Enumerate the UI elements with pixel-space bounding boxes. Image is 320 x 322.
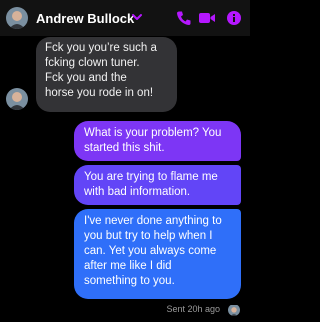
read-receipt-avatar — [228, 304, 240, 316]
outgoing-message[interactable]: I've never done anything to you but try … — [74, 209, 241, 299]
outgoing-message[interactable]: You are trying to flame me with bad info… — [74, 165, 241, 205]
contact-name[interactable]: Andrew Bullock — [36, 11, 134, 26]
video-icon[interactable] — [198, 10, 216, 26]
outgoing-message[interactable]: What is your problem? You started this s… — [74, 121, 241, 161]
info-icon[interactable] — [226, 10, 242, 26]
phone-icon[interactable] — [176, 10, 192, 26]
chat-header: Andrew Bullock — [0, 0, 250, 36]
sent-status: Sent 20h ago — [166, 304, 220, 314]
avatar[interactable] — [6, 7, 28, 29]
sender-avatar[interactable] — [6, 88, 28, 110]
incoming-message[interactable]: Fck you you’re such a fcking clown tuner… — [36, 37, 177, 112]
chevron-down-icon[interactable] — [130, 11, 144, 23]
